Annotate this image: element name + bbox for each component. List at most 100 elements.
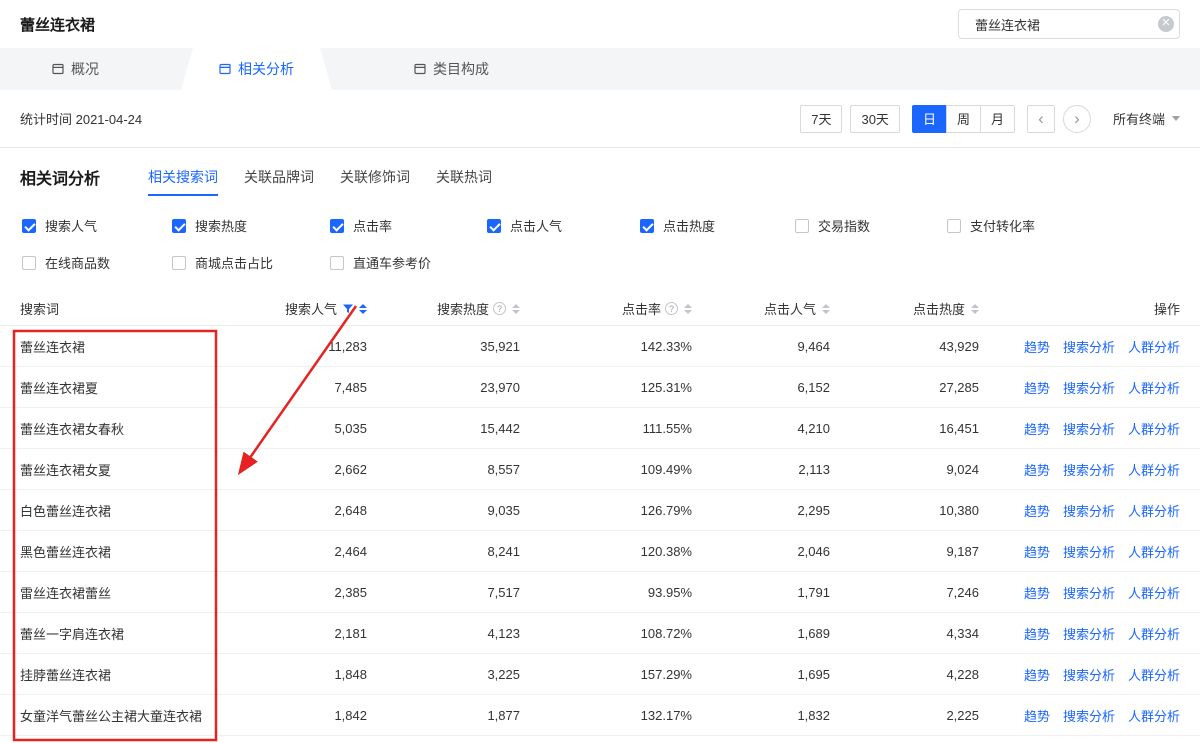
checkbox[interactable]: [22, 256, 36, 270]
col-keyword[interactable]: 搜索词: [20, 299, 232, 318]
next-period-button[interactable]: ›: [1063, 105, 1091, 133]
search-input[interactable]: [975, 17, 1151, 32]
crowd-analysis-link[interactable]: 人群分析: [1128, 419, 1180, 438]
filter-funnel-icon[interactable]: [343, 304, 353, 314]
subtab-brand-words[interactable]: 关联品牌词: [244, 150, 314, 204]
clear-search-icon[interactable]: ✕: [1158, 16, 1174, 32]
trend-link[interactable]: 趋势: [1024, 542, 1050, 561]
keyword-cell[interactable]: 蕾丝一字肩连衣裙: [20, 624, 232, 643]
search-analysis-link[interactable]: 搜索分析: [1063, 706, 1115, 725]
keyword-cell[interactable]: 黑色蕾丝连衣裙: [20, 542, 232, 561]
crowd-analysis-link[interactable]: 人群分析: [1128, 624, 1180, 643]
keyword-cell[interactable]: 挂脖蕾丝连衣裙: [20, 665, 232, 684]
crowd-analysis-link[interactable]: 人群分析: [1128, 583, 1180, 602]
click-popularity-cell: 4,210: [692, 421, 830, 436]
trend-link[interactable]: 趋势: [1024, 337, 1050, 356]
period-week-button[interactable]: 周: [946, 105, 981, 133]
search-analysis-link[interactable]: 搜索分析: [1063, 583, 1115, 602]
range-30d-button[interactable]: 30天: [850, 105, 899, 133]
filter-transaction-index[interactable]: 交易指数: [795, 216, 947, 235]
checkbox[interactable]: [795, 219, 809, 233]
filter-search-popularity[interactable]: 搜索人气: [22, 216, 172, 235]
keyword-cell[interactable]: 蕾丝连衣裙夏: [20, 378, 232, 397]
sort-icon[interactable]: [684, 304, 692, 314]
tab-overview[interactable]: 概况: [22, 48, 129, 90]
filter-search-heat[interactable]: 搜索热度: [172, 216, 330, 235]
search-analysis-link[interactable]: 搜索分析: [1063, 624, 1115, 643]
sort-icon[interactable]: [971, 304, 979, 314]
trend-link[interactable]: 趋势: [1024, 583, 1050, 602]
terminal-select[interactable]: 所有终端: [1113, 109, 1180, 128]
period-day-button[interactable]: 日: [912, 105, 947, 133]
crowd-analysis-link[interactable]: 人群分析: [1128, 665, 1180, 684]
subtab-related-search-words[interactable]: 相关搜索词: [148, 150, 218, 204]
keyword-cell[interactable]: 女童洋气蕾丝公主裙大童连衣裙: [20, 706, 232, 725]
keyword-cell[interactable]: 白色蕾丝连衣裙: [20, 501, 232, 520]
col-click-heat[interactable]: 点击热度: [830, 299, 979, 318]
filter-online-products[interactable]: 在线商品数: [22, 253, 172, 272]
subtab-modifier-words[interactable]: 关联修饰词: [340, 150, 410, 204]
sort-icon[interactable]: [512, 304, 520, 314]
search-analysis-link[interactable]: 搜索分析: [1063, 419, 1115, 438]
keyword-cell[interactable]: 蕾丝连衣裙: [20, 337, 232, 356]
filter-mall-click-ratio[interactable]: 商城点击占比: [172, 253, 330, 272]
click-heat-cell: 7,246: [830, 585, 979, 600]
tab-related-analysis[interactable]: 相关分析: [181, 48, 332, 90]
checkbox[interactable]: [640, 219, 654, 233]
sort-icon[interactable]: [822, 304, 830, 314]
search-analysis-link[interactable]: 搜索分析: [1063, 665, 1115, 684]
checkbox[interactable]: [330, 256, 344, 270]
col-search-popularity[interactable]: 搜索人气: [232, 299, 367, 318]
search-analysis-link[interactable]: 搜索分析: [1063, 542, 1115, 561]
crowd-analysis-link[interactable]: 人群分析: [1128, 542, 1180, 561]
checkbox[interactable]: [947, 219, 961, 233]
trend-link[interactable]: 趋势: [1024, 501, 1050, 520]
trend-link[interactable]: 趋势: [1024, 665, 1050, 684]
keyword-cell[interactable]: 蕾丝连衣裙女春秋: [20, 419, 232, 438]
search-analysis-link[interactable]: 搜索分析: [1063, 337, 1115, 356]
checkbox[interactable]: [22, 219, 36, 233]
checkbox[interactable]: [487, 219, 501, 233]
crowd-analysis-link[interactable]: 人群分析: [1128, 501, 1180, 520]
tab-category-composition[interactable]: 类目构成: [384, 48, 519, 90]
period-month-button[interactable]: 月: [980, 105, 1015, 133]
search-popularity-cell: 5,035: [232, 421, 367, 436]
trend-link[interactable]: 趋势: [1024, 706, 1050, 725]
search-box[interactable]: ✕: [958, 9, 1180, 39]
subtab-hot-words[interactable]: 关联热词: [436, 150, 492, 204]
trend-link[interactable]: 趋势: [1024, 378, 1050, 397]
crowd-analysis-link[interactable]: 人群分析: [1128, 706, 1180, 725]
search-heat-cell: 23,970: [367, 380, 520, 395]
col-search-heat[interactable]: 搜索热度 ?: [367, 299, 520, 318]
crowd-analysis-link[interactable]: 人群分析: [1128, 378, 1180, 397]
search-analysis-link[interactable]: 搜索分析: [1063, 501, 1115, 520]
filter-click-popularity[interactable]: 点击人气: [487, 216, 640, 235]
keyword-cell[interactable]: 雷丝连衣裙蕾丝: [20, 583, 232, 602]
trend-link[interactable]: 趋势: [1024, 460, 1050, 479]
trend-link[interactable]: 趋势: [1024, 419, 1050, 438]
filter-click-rate[interactable]: 点击率: [330, 216, 487, 235]
help-icon[interactable]: ?: [665, 302, 678, 315]
keyword-cell[interactable]: 蕾丝连衣裙女夏: [20, 460, 232, 479]
prev-period-button[interactable]: ‹: [1027, 105, 1055, 133]
crowd-analysis-link[interactable]: 人群分析: [1128, 460, 1180, 479]
trend-link[interactable]: 趋势: [1024, 624, 1050, 643]
filter-payment-conversion[interactable]: 支付转化率: [947, 216, 1180, 235]
col-click-rate[interactable]: 点击率 ?: [520, 299, 692, 318]
filter-ztc-reference-price[interactable]: 直通车参考价: [330, 253, 487, 272]
search-popularity-cell: 1,848: [232, 667, 367, 682]
click-heat-cell: 2,225: [830, 708, 979, 723]
help-icon[interactable]: ?: [493, 302, 506, 315]
checkbox[interactable]: [330, 219, 344, 233]
click-rate-cell: 108.72%: [520, 626, 692, 641]
sort-icon[interactable]: [359, 304, 367, 314]
range-7d-button[interactable]: 7天: [800, 105, 842, 133]
checkbox[interactable]: [172, 256, 186, 270]
col-click-popularity[interactable]: 点击人气: [692, 299, 830, 318]
filter-click-heat[interactable]: 点击热度: [640, 216, 795, 235]
search-popularity-cell: 2,385: [232, 585, 367, 600]
checkbox[interactable]: [172, 219, 186, 233]
search-analysis-link[interactable]: 搜索分析: [1063, 378, 1115, 397]
search-analysis-link[interactable]: 搜索分析: [1063, 460, 1115, 479]
crowd-analysis-link[interactable]: 人群分析: [1128, 337, 1180, 356]
